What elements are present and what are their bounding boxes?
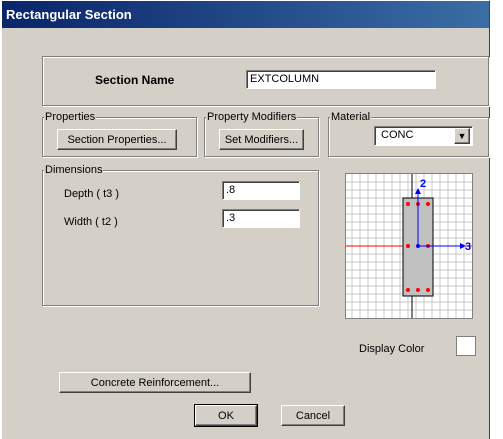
ok-button[interactable]: OK	[194, 404, 258, 427]
axis-2-label: 2	[420, 178, 426, 190]
display-color-swatch[interactable]	[456, 336, 476, 356]
depth-field[interactable]: .8	[222, 181, 300, 200]
section-properties-button[interactable]: Section Properties...	[57, 129, 177, 150]
cancel-button[interactable]: Cancel	[281, 405, 345, 426]
dialog-title: Rectangular Section	[2, 1, 489, 28]
material-select[interactable]: CONC ▼	[374, 126, 473, 146]
material-dropdown-button[interactable]: ▼	[454, 128, 470, 144]
axis-3-label: 3	[465, 241, 471, 253]
material-selected-value: CONC	[381, 129, 414, 141]
centroid-dot	[416, 244, 420, 248]
concrete-reinforcement-button[interactable]: Concrete Reinforcement...	[59, 372, 251, 393]
material-group-label: Material	[330, 111, 372, 123]
chevron-down-icon: ▼	[457, 131, 467, 141]
width-label: Width ( t2 )	[64, 216, 118, 228]
properties-group-label: Properties	[44, 111, 97, 123]
section-preview-drawing: 2 3	[346, 174, 472, 318]
section-name-label: Section Name	[95, 73, 175, 87]
section-name-field[interactable]: EXTCOLUMN	[246, 70, 436, 89]
property-modifiers-group-label: Property Modifiers	[206, 111, 298, 123]
rectangular-section-dialog: Rectangular Section Section Name EXTCOLU…	[1, 0, 490, 439]
section-preview: 2 3	[345, 173, 473, 319]
display-color-label: Display Color	[359, 343, 425, 355]
width-field[interactable]: .3	[222, 209, 300, 228]
dimensions-group-label: Dimensions	[44, 164, 104, 176]
depth-label: Depth ( t3 )	[64, 188, 120, 200]
set-modifiers-button[interactable]: Set Modifiers...	[219, 129, 304, 150]
